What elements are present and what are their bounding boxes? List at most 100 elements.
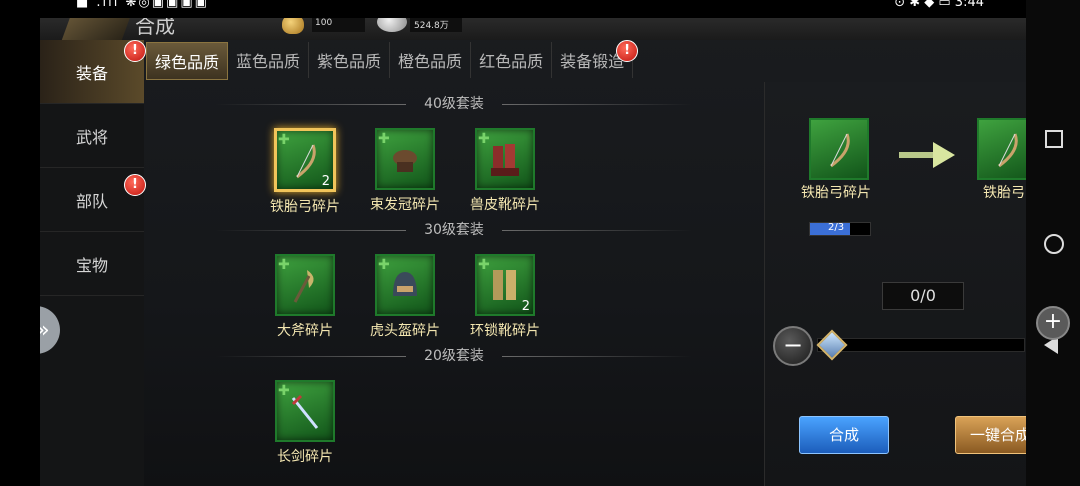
sword-icon bbox=[291, 394, 319, 429]
helmet-icon bbox=[393, 150, 417, 172]
item-tile: ✚ bbox=[275, 380, 335, 442]
item-tile: ✚ bbox=[275, 254, 335, 316]
android-nav-bar bbox=[1026, 0, 1080, 486]
puzzle-icon: ✚ bbox=[478, 257, 490, 273]
emblem-icon bbox=[61, 18, 135, 40]
bow-icon bbox=[830, 133, 850, 168]
status-bar: ■ .ııl ❋◎▣▣▣▣ ⊙ ✱ ◆ ▭ 3:44 bbox=[40, 0, 1026, 18]
status-right-icons: ⊙ ✱ ◆ ▭ bbox=[894, 0, 951, 10]
side-menu: 装备 ! 武将 部队 ! 宝物 bbox=[40, 40, 146, 486]
puzzle-icon: ✚ bbox=[478, 131, 490, 147]
fragment-item[interactable]: ✚ 虎头盔碎片 bbox=[360, 254, 450, 340]
tab-label: 装备锻造 bbox=[560, 52, 625, 71]
section-header-20: 20级套装 bbox=[148, 346, 760, 366]
sidebar-item-treasure[interactable]: 宝物 bbox=[40, 232, 144, 296]
gold-ingot-icon bbox=[282, 18, 304, 34]
source-fragment-tile[interactable] bbox=[809, 118, 869, 180]
minus-button[interactable]: − bbox=[773, 326, 813, 366]
silver-amount: 524.8万 bbox=[410, 18, 462, 32]
synthesize-button[interactable]: 合成 bbox=[799, 416, 889, 454]
sidebar-item-generals[interactable]: 武将 bbox=[40, 104, 144, 168]
quality-tabs: 绿色品质 蓝色品质 紫色品质 橙色品质 红色品质 装备锻造 ! bbox=[146, 40, 639, 80]
sidebar-item-troops[interactable]: 部队 ! bbox=[40, 168, 146, 232]
bow-icon bbox=[296, 144, 316, 179]
tab-label: 绿色品质 bbox=[155, 53, 220, 72]
item-quantity: 2 bbox=[321, 174, 330, 189]
slider-handle[interactable] bbox=[816, 329, 848, 361]
sidebar-item-equipment[interactable]: 装备 ! bbox=[40, 40, 146, 104]
alert-badge: ! bbox=[124, 40, 146, 62]
item-name: 大斧碎片 bbox=[277, 323, 333, 339]
tab-label: 蓝色品质 bbox=[236, 52, 301, 71]
left-letterbox bbox=[0, 0, 40, 486]
top-resource-bar: 合成 100 524.8万 bbox=[40, 18, 1026, 40]
puzzle-icon: ✚ bbox=[278, 257, 290, 273]
synthesize-all-button[interactable]: 一键合成 bbox=[955, 416, 1026, 454]
game-screen: 合成 100 524.8万 装备 ! 武将 部队 ! 宝物 » 绿色品质 蓝色品… bbox=[40, 18, 1026, 486]
item-name: 长剑碎片 bbox=[277, 449, 333, 465]
target-equipment-tile[interactable] bbox=[977, 118, 1026, 180]
tiger-helmet-icon bbox=[393, 272, 417, 296]
fragment-item[interactable]: ✚ 长剑碎片 bbox=[260, 380, 350, 466]
tab-purple-quality[interactable]: 紫色品质 bbox=[309, 42, 391, 78]
fragment-list: 40级套装 ✚ 2 铁胎弓碎片 ✚ 束发冠碎片 ✚ 兽皮靴碎片 30级套装 ✚ … bbox=[148, 82, 760, 486]
recent-apps-icon[interactable] bbox=[1045, 130, 1063, 148]
puzzle-icon: ✚ bbox=[378, 131, 390, 147]
arrow-right-icon bbox=[899, 142, 955, 168]
tab-orange-quality[interactable]: 橙色品质 bbox=[390, 42, 472, 78]
fragment-progress-bar: 2/3 bbox=[809, 222, 871, 236]
alert-badge: ! bbox=[616, 40, 639, 62]
section-header-30: 30级套装 bbox=[148, 220, 760, 240]
tab-blue-quality[interactable]: 蓝色品质 bbox=[228, 42, 310, 78]
sidebar-item-label: 装备 bbox=[75, 63, 108, 83]
status-right: ⊙ ✱ ◆ ▭ 3:44 bbox=[894, 0, 984, 10]
sidebar-item-label: 武将 bbox=[75, 127, 108, 147]
item-tile: ✚ bbox=[375, 128, 435, 190]
status-left-icons: ■ .ııl ❋◎▣▣▣▣ bbox=[76, 0, 209, 10]
item-name: 铁胎弓碎片 bbox=[270, 199, 340, 215]
item-tile: ✚ bbox=[375, 254, 435, 316]
target-equipment-name: 铁胎弓 bbox=[983, 185, 1025, 201]
tab-equipment-forge[interactable]: 装备锻造 ! bbox=[552, 40, 639, 78]
item-name: 兽皮靴碎片 bbox=[470, 197, 540, 213]
silver-icon bbox=[377, 18, 407, 32]
item-name: 环锁靴碎片 bbox=[470, 323, 540, 339]
tab-green-quality[interactable]: 绿色品质 bbox=[146, 42, 229, 80]
plus-button[interactable]: + bbox=[1036, 306, 1070, 340]
tab-red-quality[interactable]: 红色品质 bbox=[471, 42, 553, 78]
progress-text: 2/3 bbox=[828, 222, 845, 233]
item-tile: ✚ bbox=[475, 128, 535, 190]
puzzle-icon: ✚ bbox=[278, 383, 290, 399]
tab-label: 橙色品质 bbox=[398, 52, 463, 71]
boots-icon bbox=[491, 144, 519, 176]
chain-boots-icon bbox=[493, 270, 516, 300]
status-time: 3:44 bbox=[954, 0, 984, 10]
tab-label: 红色品质 bbox=[479, 52, 544, 71]
synthesis-panel: 铁胎弓碎片 2/3 铁胎弓 0/0 − 合成 一键合成 bbox=[764, 82, 1026, 486]
puzzle-icon: ✚ bbox=[378, 257, 390, 273]
puzzle-icon: ✚ bbox=[278, 132, 290, 148]
item-tile: ✚ 2 bbox=[475, 254, 535, 316]
item-quantity: 2 bbox=[521, 299, 530, 314]
quantity-slider[interactable] bbox=[817, 338, 1025, 352]
fragment-item[interactable]: ✚ 大斧碎片 bbox=[260, 254, 350, 340]
sidebar-item-label: 部队 bbox=[75, 191, 108, 211]
alert-badge: ! bbox=[124, 174, 146, 196]
item-name: 束发冠碎片 bbox=[370, 197, 440, 213]
gold-amount: 100 bbox=[312, 18, 365, 32]
fragment-item[interactable]: ✚ 2 环锁靴碎片 bbox=[460, 254, 550, 340]
synth-quantity: 0/0 bbox=[882, 282, 964, 310]
item-name: 虎头盔碎片 bbox=[370, 323, 440, 339]
item-tile: ✚ 2 bbox=[274, 128, 336, 192]
sidebar-item-label: 宝物 bbox=[75, 255, 108, 275]
fragment-item[interactable]: ✚ 兽皮靴碎片 bbox=[460, 128, 550, 214]
section-header-40: 40级套装 bbox=[148, 94, 760, 114]
bow-icon bbox=[998, 133, 1018, 168]
home-icon[interactable] bbox=[1044, 234, 1064, 254]
source-fragment-name: 铁胎弓碎片 bbox=[801, 185, 871, 201]
page-title: 合成 bbox=[135, 18, 175, 38]
fragment-item[interactable]: ✚ 2 铁胎弓碎片 bbox=[260, 128, 350, 216]
axe-icon bbox=[293, 270, 314, 303]
tab-label: 紫色品质 bbox=[317, 52, 382, 71]
fragment-item[interactable]: ✚ 束发冠碎片 bbox=[360, 128, 450, 214]
